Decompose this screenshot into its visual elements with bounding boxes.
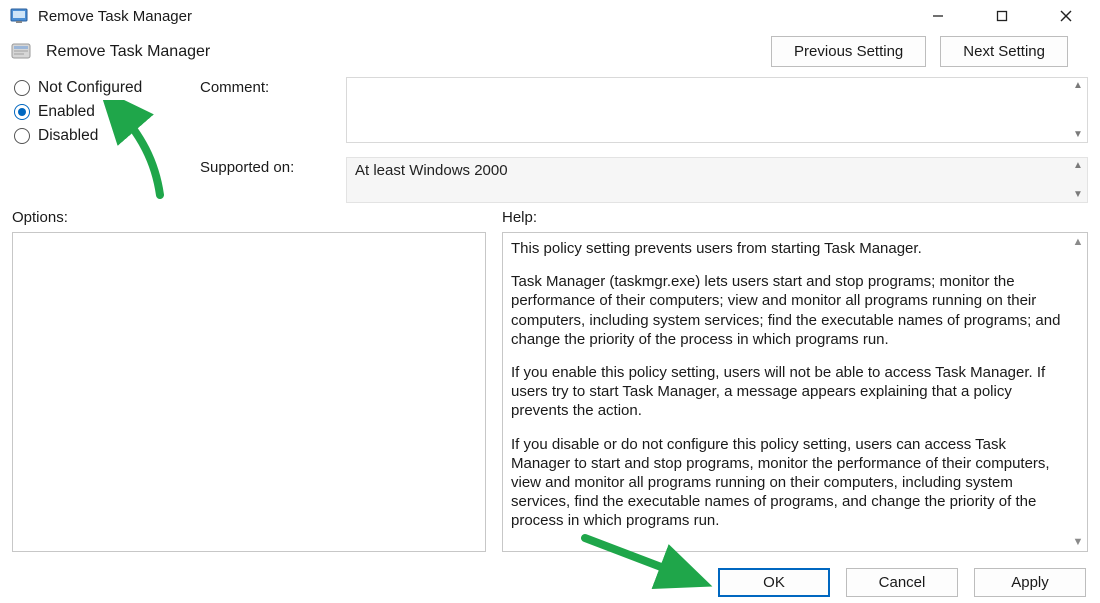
radio-circle-icon (14, 128, 30, 144)
scroll-up-icon: ▲ (1073, 235, 1084, 249)
window-title: Remove Task Manager (38, 8, 920, 25)
help-pane: This policy setting prevents users from … (502, 232, 1088, 552)
supported-on-box: At least Windows 2000 ▲ ▼ (346, 157, 1088, 203)
scroll-up-icon: ▲ (1073, 80, 1083, 91)
close-button[interactable] (1048, 3, 1084, 29)
radio-disabled[interactable]: Disabled (14, 127, 200, 145)
radio-not-configured[interactable]: Not Configured (14, 79, 200, 97)
help-paragraph: This policy setting prevents users from … (511, 239, 1069, 258)
help-label: Help: (502, 209, 1088, 226)
setting-state-radiogroup: Not Configured Enabled Disabled (0, 77, 200, 203)
minimize-button[interactable] (920, 3, 956, 29)
maximize-button[interactable] (984, 3, 1020, 29)
next-setting-button[interactable]: Next Setting (940, 36, 1068, 67)
radio-label: Not Configured (38, 79, 142, 97)
help-scrollbar[interactable]: ▲ ▼ (1069, 233, 1087, 551)
help-paragraph: Task Manager (taskmgr.exe) lets users st… (511, 272, 1069, 349)
app-icon (10, 7, 28, 25)
policy-icon (10, 41, 32, 63)
comment-scrollbar[interactable]: ▲ ▼ (1069, 78, 1087, 142)
help-paragraph: If you disable or do not configure this … (511, 435, 1069, 531)
previous-setting-button[interactable]: Previous Setting (771, 36, 926, 67)
radio-label: Enabled (38, 103, 95, 121)
options-pane (12, 232, 486, 552)
scroll-down-icon: ▼ (1073, 535, 1084, 549)
apply-button[interactable]: Apply (974, 568, 1086, 597)
cancel-button[interactable]: Cancel (846, 568, 958, 597)
help-text: This policy setting prevents users from … (511, 239, 1069, 530)
scroll-up-icon: ▲ (1073, 160, 1083, 171)
supported-label: Supported on: (200, 157, 340, 203)
supported-value: At least Windows 2000 (355, 162, 508, 179)
window-buttons (920, 3, 1094, 29)
radio-circle-selected-icon (14, 104, 30, 120)
scroll-down-icon: ▼ (1073, 129, 1083, 140)
policy-title: Remove Task Manager (46, 43, 757, 61)
supported-scrollbar[interactable]: ▲ ▼ (1069, 158, 1087, 202)
ok-button[interactable]: OK (718, 568, 830, 597)
titlebar: Remove Task Manager (0, 0, 1100, 30)
dialog-buttons: OK Cancel Apply (718, 568, 1086, 597)
radio-label: Disabled (38, 127, 98, 145)
radio-enabled[interactable]: Enabled (14, 103, 200, 121)
comment-label: Comment: (200, 77, 340, 143)
scroll-down-icon: ▼ (1073, 189, 1083, 200)
radio-circle-icon (14, 80, 30, 96)
comment-textarea[interactable]: ▲ ▼ (346, 77, 1088, 143)
options-label: Options: (12, 209, 486, 226)
policy-header: Remove Task Manager Previous Setting Nex… (0, 30, 1100, 67)
help-paragraph: If you enable this policy setting, users… (511, 363, 1069, 421)
